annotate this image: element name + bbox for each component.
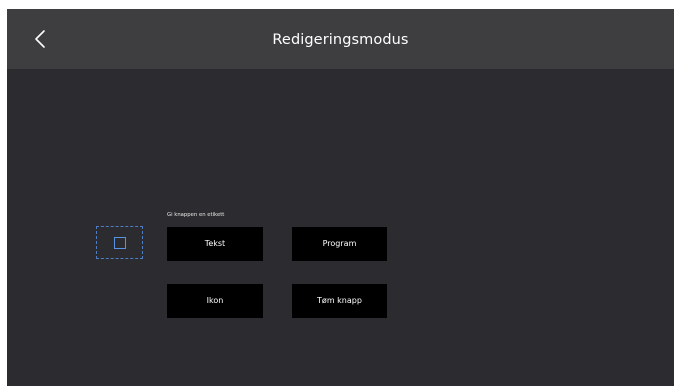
icon-option-button[interactable]: Ikon [167,284,263,318]
page-title: Redigeringsmodus [272,32,409,48]
label-prompt: Gi knappen en etikett [167,212,225,218]
button-preview-slot[interactable] [96,226,143,259]
text-option-button[interactable]: Tekst [167,227,263,261]
square-outline-icon [114,237,126,249]
clear-button-option[interactable]: Tøm knapp [292,284,387,318]
header-bar: Redigeringsmodus [7,9,674,69]
program-option-button[interactable]: Program [292,227,387,261]
edit-mode-screen: Redigeringsmodus Gi knappen en etikett T… [7,9,674,386]
